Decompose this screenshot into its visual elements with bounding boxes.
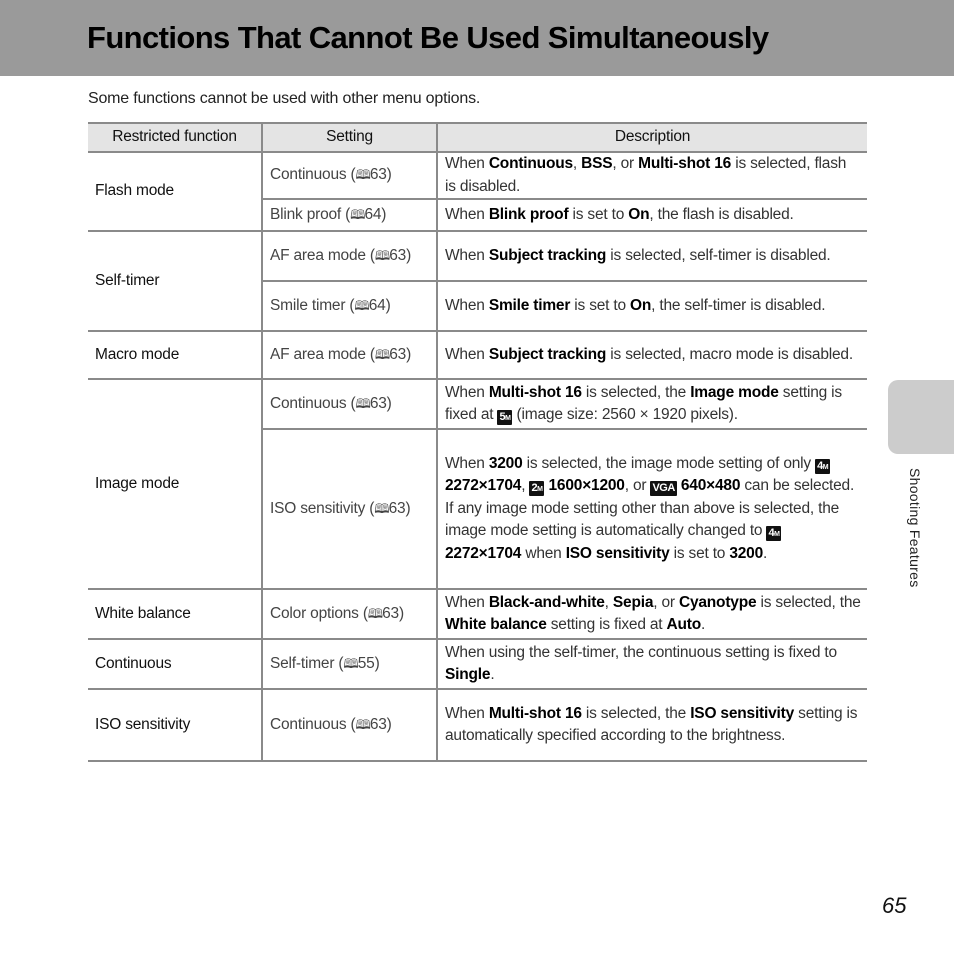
description-cell: When Black-and-white, Sepia, or Cyanotyp…: [436, 588, 867, 640]
description-cell: When Smile timer is set to On, the self-…: [436, 280, 867, 332]
restricted-function-cell: ISO sensitivity: [88, 688, 263, 762]
setting-cell: Blink proof (🕮64): [262, 198, 438, 232]
setting-cell: Color options (🕮63): [261, 588, 438, 640]
book-reference-icon: 🕮: [374, 346, 390, 362]
description-cell: When Subject tracking is selected, self-…: [436, 230, 867, 282]
book-reference-icon: 🕮: [355, 167, 370, 183]
column-header-function: Restricted function: [88, 122, 263, 153]
setting-label: AF area mode (: [270, 246, 375, 264]
table-row: Continuous Self-timer (🕮55) When using the…: [88, 638, 867, 690]
restricted-function-cell: White balance: [88, 588, 263, 640]
book-reference-icon: 🕮: [374, 500, 389, 516]
setting-cell: Continuous (🕮63): [261, 688, 438, 762]
description-cell: When Subject tracking is selected, macro…: [436, 330, 867, 380]
description-cell: When using the self-timer, the continuou…: [436, 638, 867, 690]
book-reference-icon: 🕮: [367, 605, 383, 621]
page-title: Functions That Cannot Be Used Simultaneo…: [87, 20, 769, 55]
setting-label: Continuous (: [270, 394, 356, 412]
page-reference-link[interactable]: 63: [370, 716, 387, 733]
page-reference-link[interactable]: 63: [389, 500, 406, 517]
setting-cell: ISO sensitivity (🕮63): [262, 428, 438, 590]
setting-cell: Smile timer (🕮64): [262, 280, 438, 332]
restrictions-table: Restricted function Setting Description …: [88, 122, 867, 762]
page-reference-link[interactable]: 63: [382, 605, 399, 622]
setting-label: Color options (: [270, 604, 368, 622]
setting-cell: Continuous (🕮63): [261, 151, 438, 200]
table-row: Self-timer AF area mode (🕮63) When Subject…: [88, 230, 867, 332]
table-row: Macro mode AF area mode (🕮63) When Subject…: [88, 330, 867, 380]
page-reference-link[interactable]: 63: [389, 247, 406, 264]
section-tab[interactable]: [888, 380, 954, 454]
image-size-vga-icon: VGA: [650, 481, 677, 497]
book-reference-icon: 🕮: [354, 297, 369, 313]
setting-label: Continuous (: [270, 166, 356, 184]
setting-label: Self-timer (: [270, 654, 344, 672]
setting-cell: AF area mode (🕮63): [261, 230, 438, 282]
table-row: White balance Color options (🕮63) When Bla…: [88, 588, 867, 640]
setting-label: AF area mode (: [270, 345, 375, 363]
page-reference-link[interactable]: 64: [364, 206, 381, 223]
setting-label: Continuous (: [270, 715, 356, 733]
description-cell: When Multi-shot 16 is selected, the ISO …: [436, 688, 867, 762]
setting-label: Blink proof (: [270, 205, 351, 223]
column-header-setting: Setting: [261, 122, 438, 153]
book-reference-icon: 🕮: [374, 247, 390, 263]
table-row: ISO sensitivity Continuous (🕮63) When Mult…: [88, 688, 867, 762]
book-reference-icon: 🕮: [343, 655, 358, 671]
setting-cell: Self-timer (🕮55): [261, 638, 438, 690]
description-cell: When Multi-shot 16 is selected, the Imag…: [436, 378, 867, 430]
image-size-2m-icon: 2M: [529, 481, 545, 497]
restricted-function-cell: Flash mode: [88, 151, 263, 232]
setting-label: ISO sensitivity (: [270, 499, 375, 517]
intro-text: Some functions cannot be used with other…: [88, 90, 481, 107]
book-reference-icon: 🕮: [355, 395, 370, 411]
restricted-function-cell: Macro mode: [88, 330, 263, 380]
page-reference-link[interactable]: 63: [370, 166, 387, 183]
description-cell: When Continuous, BSS, or Multi-shot 16 i…: [436, 151, 867, 200]
setting-cell: Continuous (🕮63): [261, 378, 438, 430]
setting-cell: AF area mode (🕮63): [261, 330, 438, 380]
restricted-function-cell: Self-timer: [88, 230, 263, 332]
restricted-function-cell: Image mode: [88, 378, 263, 590]
page-reference-link[interactable]: 63: [370, 395, 387, 412]
page-number: 65: [882, 893, 907, 918]
image-size-5m-icon: 5M: [497, 410, 513, 425]
section-label: Shooting Features: [907, 468, 923, 588]
page-reference-link[interactable]: 55: [358, 655, 375, 672]
page-reference-link[interactable]: 63: [389, 346, 406, 363]
description-cell: When 3200 is selected, the image mode se…: [436, 428, 867, 590]
table-row: Flash mode Continuous (🕮63) When Continuou…: [88, 151, 867, 232]
book-reference-icon: 🕮: [355, 716, 370, 732]
image-size-4m-icon: 4M: [766, 526, 782, 542]
restricted-function-cell: Continuous: [88, 638, 263, 690]
page-reference-link[interactable]: 64: [369, 297, 386, 314]
description-cell: When Blink proof is set to On, the flash…: [436, 198, 867, 232]
image-size-4m-icon: 4M: [815, 458, 831, 474]
setting-label: Smile timer (: [270, 296, 355, 314]
table-header-row: Restricted function Setting Description: [88, 122, 867, 153]
book-reference-icon: 🕮: [350, 206, 365, 222]
table-row: Image mode Continuous (🕮63) When Multi-sho…: [88, 378, 867, 590]
column-header-description: Description: [436, 122, 867, 153]
